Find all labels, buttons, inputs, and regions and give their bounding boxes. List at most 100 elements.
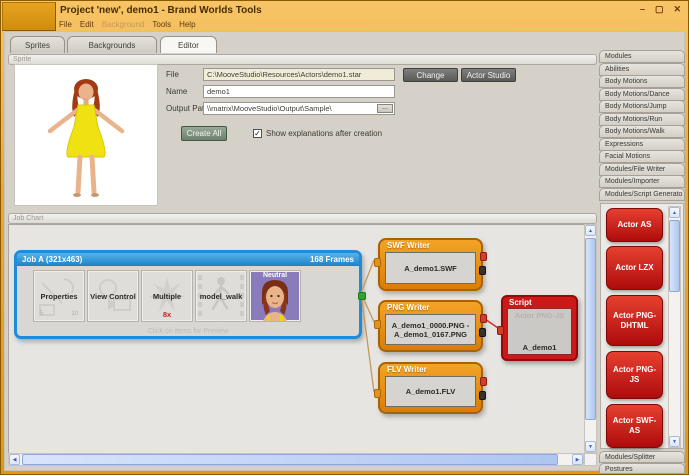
change-button-label: Change [416, 71, 444, 80]
file-input[interactable]: C:\MooveStudio\Resources\Actors\demo1.st… [203, 68, 395, 81]
action-actor-lzx[interactable]: Actor LZX [606, 246, 663, 290]
swf-writer-title: SWF Writer [380, 240, 481, 252]
tab-backgrounds-label: Backgrounds [89, 41, 136, 50]
file-value: C:\MooveStudio\Resources\Actors\demo1.st… [207, 70, 361, 79]
menu-file[interactable]: File [59, 20, 72, 29]
show-explanations-checkbox[interactable]: ✓ [253, 129, 262, 138]
job-item-view-control[interactable]: View Control [87, 270, 139, 322]
job-a-hint: Click on items for Preview [17, 328, 359, 335]
script-node-title: Script [503, 297, 576, 308]
category-modules[interactable]: Modules [599, 50, 685, 63]
category-body-motions-dance[interactable]: Body Motions/Dance [599, 88, 685, 101]
hscrollbar-thumb[interactable] [22, 454, 558, 465]
file-label: File [166, 70, 179, 79]
job-item-multiple[interactable]: Multiple 8x [141, 270, 193, 322]
script-node-body: Actor PNG-JS A_demo1 [507, 308, 572, 355]
category-body-motions[interactable]: Body Motions [599, 75, 685, 88]
flv-input-port[interactable] [374, 389, 381, 398]
flv-output-port-red[interactable] [480, 377, 487, 386]
png-writer-title: PNG Writer [380, 302, 481, 314]
swf-writer-output: A_demo1.SWF [385, 252, 476, 284]
category-postures[interactable]: Postures [599, 463, 685, 474]
menu-help[interactable]: Help [179, 20, 195, 29]
action-actor-png-dhtml[interactable]: Actor PNG-DHTML [606, 295, 663, 346]
action-actor-as[interactable]: Actor AS [606, 208, 663, 242]
png-input-port[interactable] [374, 320, 381, 329]
scroll-up-icon[interactable]: ▲ [669, 207, 680, 218]
png-writer-output: A_demo1_0000.PNG - A_demo1_0167.PNG [385, 314, 476, 345]
job-item-neutral[interactable]: Neutral [249, 270, 301, 322]
action-actor-swf-as[interactable]: Actor SWF-AS [606, 404, 663, 448]
flv-output-filename: A_demo1.FLV [406, 387, 455, 396]
sprite-group-label: Sprite [13, 56, 31, 63]
job-a-header: Job A (321x463) 168 Frames [17, 253, 359, 266]
job-chart-group-bar: Job Chart [8, 213, 597, 224]
close-icon[interactable]: ✕ [674, 4, 682, 15]
show-explanations-label: Show explanations after creation [266, 129, 382, 138]
script-input-port[interactable] [497, 326, 504, 335]
job-item-properties[interactable]: Properties 5 10 [33, 270, 85, 322]
actor-figure-image [15, 65, 157, 205]
browse-button[interactable]: ... [377, 104, 393, 113]
flv-writer-title: FLV Writer [380, 364, 481, 376]
job-a-title: Job A (321x463) [22, 255, 82, 264]
category-facial-motions[interactable]: Facial Motions [599, 150, 685, 163]
menu-bar: File Edit Background Tools Help [59, 20, 196, 29]
scroll-up-icon[interactable]: ▲ [585, 225, 596, 236]
tab-sprites[interactable]: Sprites [10, 36, 65, 53]
png-output-range-start: A_demo1_0000.PNG - [392, 321, 470, 330]
job-item-label: Multiple [142, 292, 192, 301]
tab-editor-label: Editor [178, 41, 199, 50]
png-output-port-red[interactable] [480, 314, 487, 323]
ellipsis-icon: ... [382, 104, 388, 111]
category-expressions[interactable]: Expressions [599, 138, 685, 151]
category-modules-file-writer[interactable]: Modules/File Writer [599, 163, 685, 176]
actor-studio-button[interactable]: Actor Studio [461, 68, 516, 82]
maximize-icon[interactable]: ▢ [655, 4, 664, 15]
action-actor-png-js[interactable]: Actor PNG-JS [606, 351, 663, 399]
script-node[interactable]: Script Actor PNG-JS A_demo1 [501, 295, 578, 361]
minimize-icon[interactable]: – [640, 4, 645, 15]
png-output-port-black[interactable] [479, 328, 486, 337]
flv-output-port-black[interactable] [479, 391, 486, 400]
vscrollbar-thumb[interactable] [585, 238, 596, 420]
scroll-left-icon[interactable]: ◀ [9, 454, 20, 465]
swf-writer-node[interactable]: SWF Writer A_demo1.SWF [378, 238, 483, 291]
category-body-motions-jump[interactable]: Body Motions/Jump [599, 100, 685, 113]
job-a-output-port[interactable] [358, 292, 366, 300]
job-a-node[interactable]: Job A (321x463) 168 Frames Properties 5 … [14, 250, 362, 339]
swf-output-port-red[interactable] [480, 252, 487, 261]
create-all-button[interactable]: Create All [181, 126, 227, 141]
output-path-input[interactable]: \\matrix\MooveStudio\Output\Sample\ [203, 102, 395, 115]
category-abilities[interactable]: Abilities [599, 63, 685, 76]
swf-output-port-black[interactable] [479, 266, 486, 275]
script-output-name: A_demo1 [508, 343, 571, 352]
category-modules-importer[interactable]: Modules/Importer [599, 175, 685, 188]
swf-input-port[interactable] [374, 258, 381, 267]
png-writer-node[interactable]: PNG Writer A_demo1_0000.PNG - A_demo1_01… [378, 300, 483, 352]
scroll-down-icon[interactable]: ▼ [585, 441, 596, 452]
category-body-motions-run[interactable]: Body Motions/Run [599, 113, 685, 126]
name-input[interactable]: demo1 [203, 85, 395, 98]
job-chart-group-label: Job Chart [13, 215, 43, 222]
flv-writer-node[interactable]: FLV Writer A_demo1.FLV [378, 362, 483, 414]
change-button[interactable]: Change [403, 68, 458, 82]
create-all-button-label: Create All [187, 129, 222, 138]
tab-editor[interactable]: Editor [160, 36, 217, 53]
job-item-model-walk[interactable]: model_walk [195, 270, 247, 322]
scrollbar-corner [584, 453, 597, 466]
actor-preview[interactable] [14, 64, 158, 206]
name-value: demo1 [207, 87, 230, 96]
category-modules-script-generator[interactable]: Modules/Script Generato [599, 188, 685, 201]
category-body-motions-walk[interactable]: Body Motions/Walk [599, 125, 685, 138]
job-a-frame-count: 168 Frames [310, 255, 354, 264]
menu-edit[interactable]: Edit [80, 20, 94, 29]
window-controls: – ▢ ✕ [640, 4, 681, 15]
scroll-right-icon[interactable]: ▶ [572, 454, 583, 465]
tab-backgrounds[interactable]: Backgrounds [67, 36, 157, 53]
menu-tools[interactable]: Tools [152, 20, 171, 29]
category-modules-splitter[interactable]: Modules/Splitter [599, 451, 685, 463]
scroll-down-icon[interactable]: ▼ [669, 436, 680, 447]
actions-scrollbar-thumb[interactable] [669, 220, 680, 292]
job-item-label: model_walk [196, 292, 246, 301]
